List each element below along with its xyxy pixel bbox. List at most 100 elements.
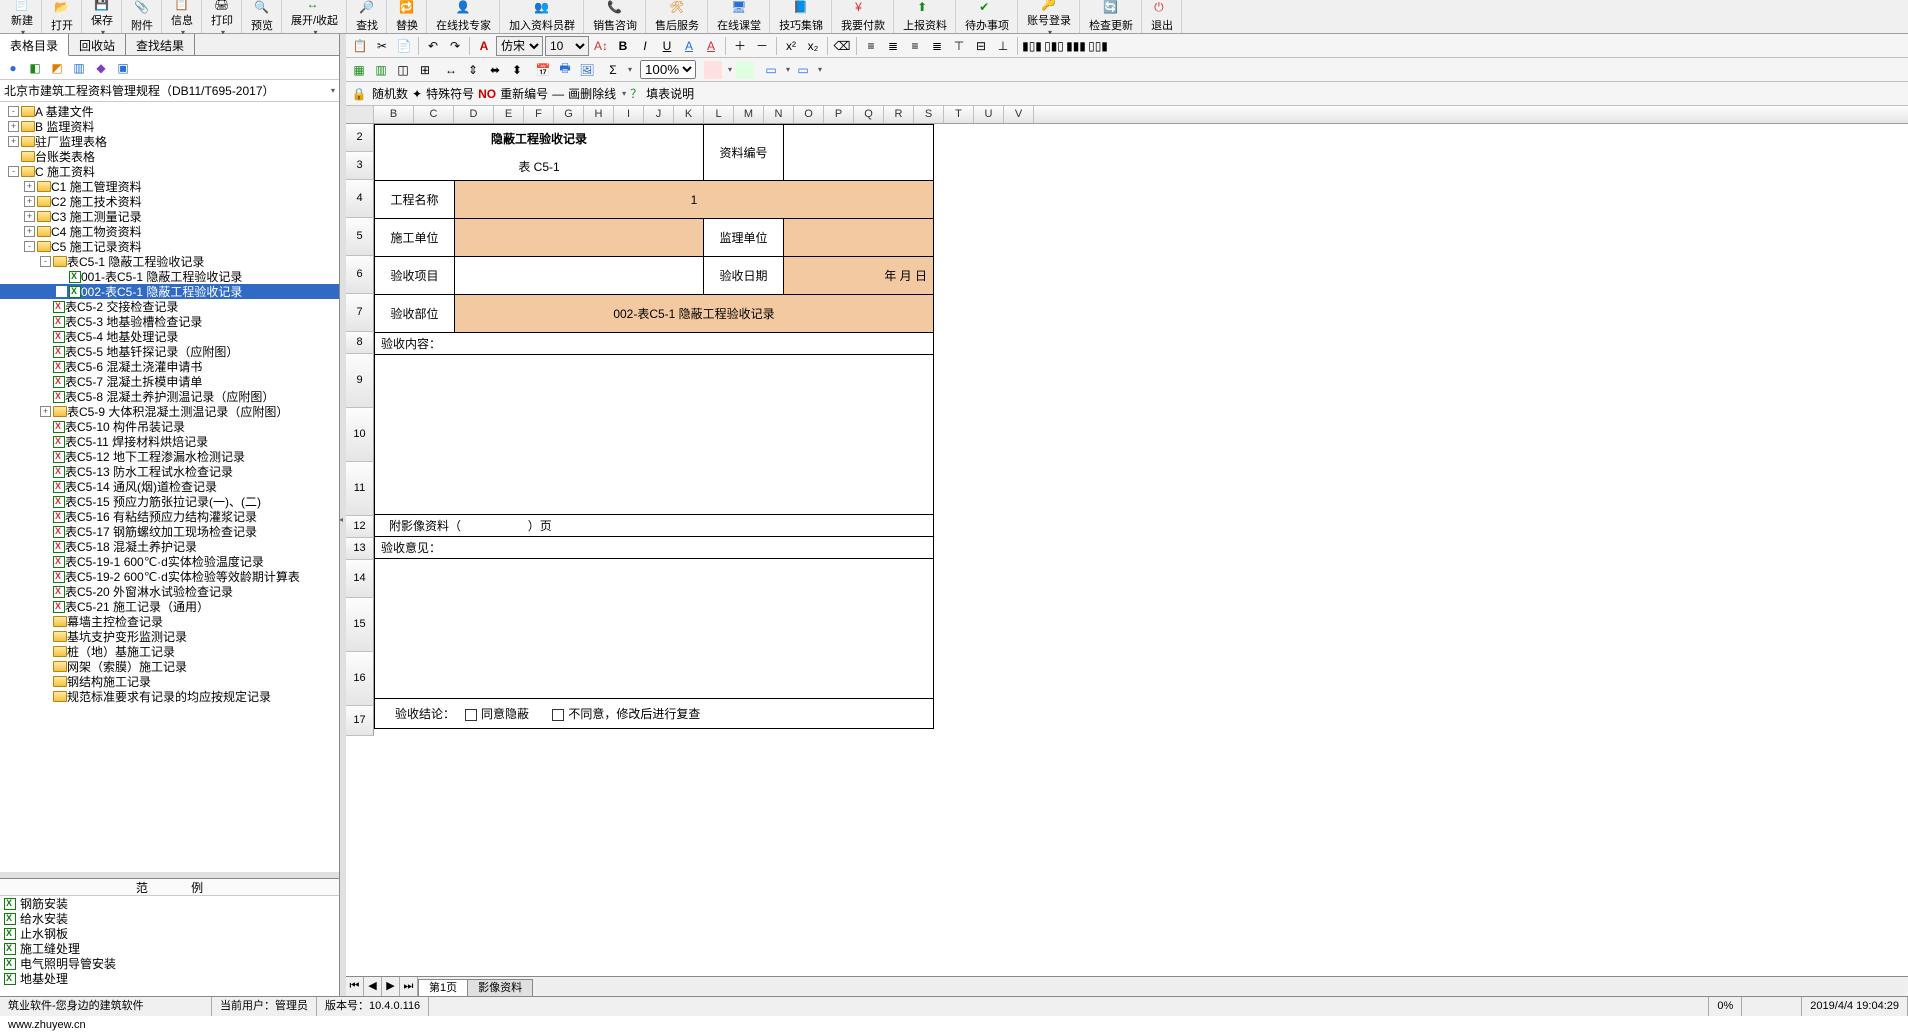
tree-node[interactable]: 桩（地）基施工记录 — [0, 644, 339, 659]
sheet-area[interactable]: 234567891011121314151617 隐蔽工程验收记录 资料编号 表… — [346, 124, 1908, 976]
col-header[interactable]: O — [794, 106, 824, 123]
toolbar-技巧集锦[interactable]: 📘技巧集锦 — [770, 0, 832, 33]
tree-node[interactable]: 表C5-3 地基验槽检查记录 — [0, 314, 339, 329]
col-header[interactable]: S — [914, 106, 944, 123]
sheet-tab[interactable]: 影像资料 — [467, 979, 533, 996]
copy-button[interactable]: 📄 — [394, 36, 414, 56]
toolbar-新建[interactable]: 📄新建 — [2, 0, 42, 33]
constr-unit-value[interactable] — [455, 219, 704, 257]
tree-node[interactable]: 表C5-17 钢筋螺纹加工现场检查记录 — [0, 524, 339, 539]
col-header[interactable]: V — [1004, 106, 1034, 123]
tb2-color-1[interactable] — [704, 61, 722, 79]
align-bottom-button[interactable]: ⊥ — [993, 36, 1013, 56]
toolbar-上报资料[interactable]: ⬆上报资料 — [894, 0, 956, 33]
tree-node[interactable]: 表C5-14 通风(烟)道检查记录 — [0, 479, 339, 494]
toolbar-替换[interactable]: 🔁替换 — [387, 0, 427, 33]
tree-node[interactable]: 表C5-19-2 600℃·d实体检验等效龄期计算表 — [0, 569, 339, 584]
tree-node[interactable]: -C5 施工记录资料 — [0, 239, 339, 254]
row-header[interactable]: 8 — [346, 332, 374, 354]
tree-node[interactable]: 表C5-6 混凝土浇灌申请书 — [0, 359, 339, 374]
col-header[interactable]: P — [824, 106, 854, 123]
random-number-button[interactable]: 随机数 — [372, 85, 408, 102]
align-center-button[interactable]: ≣ — [883, 36, 903, 56]
tb2-btn-2[interactable]: ▥ — [372, 61, 390, 79]
tree-toggle[interactable]: - — [8, 166, 19, 177]
tb2-btn-shape3[interactable]: ⬌ — [486, 61, 504, 79]
tb2-btn-shape1[interactable]: ↔ — [442, 61, 460, 79]
tree-node[interactable]: 网架（索膜）施工记录 — [0, 659, 339, 674]
row-header[interactable]: 2 — [346, 124, 374, 152]
tree-toggle[interactable]: + — [8, 136, 19, 147]
accept-part-value[interactable]: 002-表C5-1 隐蔽工程验收记录 — [455, 295, 934, 333]
strikethrough-button[interactable]: 画删除线 — [568, 85, 616, 102]
left-tab-2[interactable]: 查找结果 — [126, 34, 195, 55]
toolbar-打印[interactable]: 🖨打印 — [202, 0, 242, 33]
tree-toggle[interactable]: - — [8, 106, 19, 117]
tree-node[interactable]: 表C5-4 地基处理记录 — [0, 329, 339, 344]
tree-toggle[interactable]: + — [8, 121, 19, 132]
tb2-btn-shape2[interactable]: ⇕ — [464, 61, 482, 79]
tree-node[interactable]: 规范标准要求有记录的均应按规定记录 — [0, 689, 339, 704]
toolbar-预览[interactable]: 🔍预览 — [242, 0, 282, 33]
align-vmid-button[interactable]: ⊟ — [971, 36, 991, 56]
agree-checkbox[interactable] — [465, 709, 477, 721]
col-header[interactable]: I — [614, 106, 644, 123]
toolbar-展开/收起[interactable]: ↔展开/收起 — [282, 0, 347, 33]
tool-btn-4[interactable]: ▥ — [70, 59, 88, 77]
align-justify-button[interactable]: ≣ — [927, 36, 947, 56]
col-header[interactable]: E — [494, 106, 524, 123]
tree-node[interactable]: 表C5-19-1 600℃·d实体检验温度记录 — [0, 554, 339, 569]
barcode-button[interactable]: ▮▯▮ — [1022, 36, 1042, 56]
bold-button[interactable]: B — [613, 36, 633, 56]
tree-node[interactable]: 表C5-7 混凝土拆模申请单 — [0, 374, 339, 389]
row-header[interactable]: 10 — [346, 408, 374, 462]
toolbar-退出[interactable]: ⏻退出 — [1142, 0, 1182, 33]
redo-button[interactable]: ↷ — [445, 36, 465, 56]
tree-node[interactable]: 钢结构施工记录 — [0, 674, 339, 689]
col-header[interactable]: T — [944, 106, 974, 123]
sheet-nav-last[interactable]: ⏭ — [400, 977, 418, 996]
tree-toggle[interactable]: - — [24, 241, 35, 252]
barcode2-button[interactable]: ▯▮▯ — [1044, 36, 1064, 56]
accept-item-value[interactable] — [455, 257, 704, 295]
tree-node[interactable]: 表C5-5 地基钎探记录（应附图） — [0, 344, 339, 359]
font-color-button[interactable]: A — [474, 36, 494, 56]
tb2-btn-img[interactable]: 🖼 — [578, 61, 596, 79]
font-size-select[interactable]: 10 — [545, 36, 589, 56]
dropdown-icon[interactable]: ▾ — [331, 86, 335, 95]
font-color-3-button[interactable]: A — [701, 36, 721, 56]
tree-node[interactable]: 001-表C5-1 隐蔽工程验收记录 — [0, 269, 339, 284]
tb2-color-2[interactable] — [736, 61, 754, 79]
zoom-select[interactable]: 100% — [640, 60, 696, 79]
toolbar-附件[interactable]: 📎附件 — [122, 0, 162, 33]
sheet-tab[interactable]: 第1页 — [418, 979, 468, 996]
tool-btn-3[interactable]: ◩ — [48, 59, 66, 77]
row-header[interactable]: 13 — [346, 538, 374, 560]
tree-node[interactable]: 表C5-18 混凝土养护记录 — [0, 539, 339, 554]
tb2-btn-print[interactable]: 🖶 — [556, 61, 574, 79]
col-header[interactable]: C — [414, 106, 454, 123]
decrease-button[interactable]: － — [752, 36, 772, 56]
paste-button[interactable]: 📋 — [350, 36, 370, 56]
tree-node[interactable]: +表C5-9 大体积混凝土测温记录（应附图） — [0, 404, 339, 419]
tree-toggle[interactable]: - — [40, 256, 51, 267]
toolbar-账号登录[interactable]: 🔑账号登录 — [1018, 0, 1080, 33]
tb2-btn-3[interactable]: ◫ — [394, 61, 412, 79]
row-header[interactable]: 7 — [346, 294, 374, 332]
tree-toggle[interactable]: + — [40, 406, 51, 417]
col-header[interactable]: D — [454, 106, 494, 123]
super-unit-value[interactable] — [784, 219, 934, 257]
tree-node[interactable]: +C2 施工技术资料 — [0, 194, 339, 209]
tool-btn-6[interactable]: ▣ — [114, 59, 132, 77]
example-item[interactable]: 电气照明导管安装 — [0, 956, 339, 971]
tb2-rect2-button[interactable]: ▭ — [794, 61, 812, 79]
row-header[interactable]: 3 — [346, 152, 374, 180]
align-right-button[interactable]: ≡ — [905, 36, 925, 56]
toolbar-打开[interactable]: 📂打开 — [42, 0, 82, 33]
col-header[interactable]: U — [974, 106, 1004, 123]
toolbar-在线找专家[interactable]: 👤在线找专家 — [427, 0, 500, 33]
tree-toggle[interactable]: + — [24, 226, 35, 237]
col-header[interactable]: L — [704, 106, 734, 123]
toolbar-我要付款[interactable]: ¥我要付款 — [832, 0, 894, 33]
row-header[interactable]: 11 — [346, 462, 374, 516]
